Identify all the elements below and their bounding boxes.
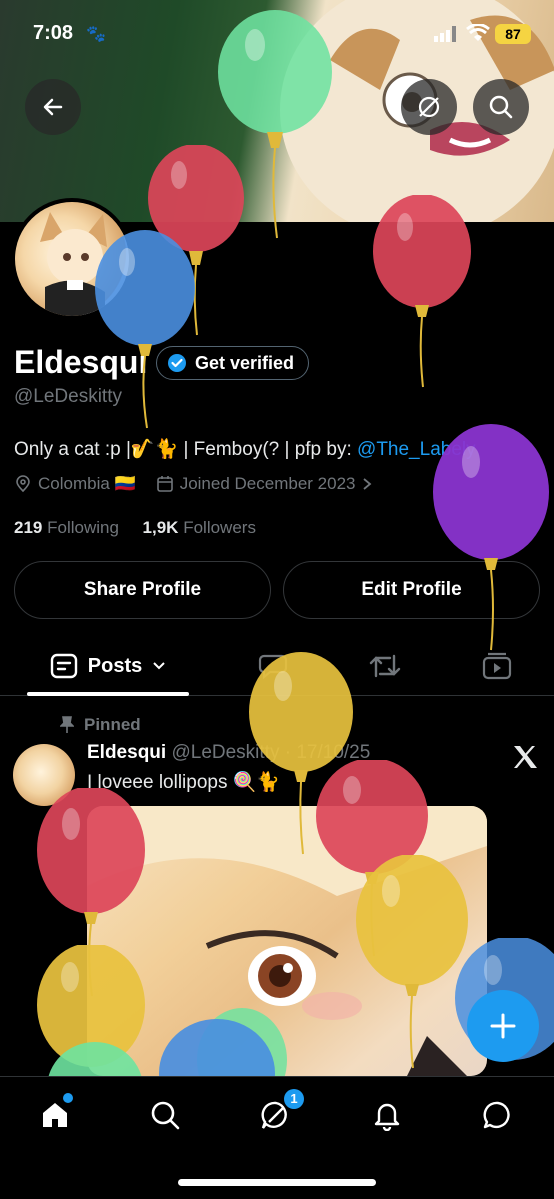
following-count: 219 bbox=[14, 518, 43, 537]
profile-joined: Joined December 2023 bbox=[179, 474, 356, 493]
chevron-down-icon bbox=[153, 662, 165, 670]
profile-meta: Colombia 🇨🇴 Joined December 2023 bbox=[14, 474, 373, 494]
balloon-purple bbox=[433, 424, 549, 651]
home-icon bbox=[43, 1103, 67, 1127]
location-icon bbox=[16, 475, 30, 493]
explore-icon bbox=[151, 1101, 180, 1130]
media-icon bbox=[482, 652, 512, 680]
grok-badge-count: 1 bbox=[284, 1089, 304, 1109]
share-profile-button[interactable]: Share Profile bbox=[14, 561, 271, 619]
wifi-icon bbox=[466, 24, 490, 41]
nav-explore[interactable] bbox=[145, 1095, 185, 1135]
nav-messages[interactable] bbox=[478, 1095, 518, 1135]
nav-notifications[interactable] bbox=[367, 1095, 407, 1135]
tab-posts[interactable]: Posts bbox=[27, 638, 189, 694]
calendar-icon bbox=[156, 476, 173, 492]
signal-icon bbox=[434, 26, 456, 42]
balloon-blue-1 bbox=[95, 230, 195, 429]
pinned-indicator: Pinned bbox=[60, 715, 141, 735]
profile-bio: Only a cat :p |🎷🐈 | Femboy(? | pfp by: @… bbox=[14, 437, 476, 461]
search-icon bbox=[489, 95, 513, 119]
active-tab-indicator bbox=[27, 692, 189, 696]
grok-icon bbox=[418, 96, 440, 118]
pin-icon bbox=[60, 716, 74, 733]
compose-post-button[interactable] bbox=[467, 990, 539, 1062]
chevron-right-icon[interactable] bbox=[361, 477, 373, 491]
paw-icon: 🐾 bbox=[86, 26, 106, 43]
repost-icon bbox=[369, 654, 401, 678]
following-link[interactable]: 219 Following bbox=[14, 518, 119, 537]
pinned-label: Pinned bbox=[84, 715, 141, 734]
bottom-navigation: 1 bbox=[0, 1076, 554, 1199]
home-notification-dot bbox=[63, 1093, 73, 1103]
tab-posts-label: Posts bbox=[87, 654, 143, 677]
follow-stats: 219 Following 1,9K Followers bbox=[14, 518, 256, 538]
battery-indicator: 87 bbox=[495, 24, 531, 44]
followers-link[interactable]: 1,9K Followers bbox=[143, 518, 256, 537]
nav-home[interactable] bbox=[35, 1093, 75, 1135]
search-button[interactable] bbox=[473, 79, 529, 135]
back-button[interactable] bbox=[25, 79, 81, 135]
balloon-yellow-2 bbox=[356, 855, 468, 1069]
bio-text: Only a cat :p |🎷🐈 | Femboy(? | pfp by: bbox=[14, 439, 358, 460]
grok-button[interactable] bbox=[401, 79, 457, 135]
followers-label: Followers bbox=[183, 518, 256, 537]
profile-location: Colombia 🇨🇴 bbox=[38, 474, 136, 493]
balloon-red-2 bbox=[373, 195, 471, 388]
posts-icon bbox=[50, 653, 77, 679]
balloon-blue-3 bbox=[159, 1008, 287, 1076]
home-indicator bbox=[178, 1179, 376, 1186]
messages-icon bbox=[483, 1101, 510, 1129]
back-arrow-icon bbox=[43, 98, 63, 116]
post-author-name[interactable]: Eldesqui bbox=[87, 742, 166, 763]
bell-icon bbox=[374, 1103, 400, 1131]
balloon-green-2 bbox=[48, 1042, 142, 1076]
x-logo-icon[interactable] bbox=[512, 744, 538, 770]
tab-reposts[interactable] bbox=[360, 638, 410, 694]
following-label: Following bbox=[47, 518, 119, 537]
followers-count: 1,9K bbox=[142, 518, 179, 537]
get-verified-label: Get verified bbox=[195, 352, 295, 373]
status-time: 7:08 bbox=[33, 22, 74, 44]
nav-grok[interactable]: 1 bbox=[256, 1089, 304, 1135]
plus-icon bbox=[490, 1013, 516, 1039]
